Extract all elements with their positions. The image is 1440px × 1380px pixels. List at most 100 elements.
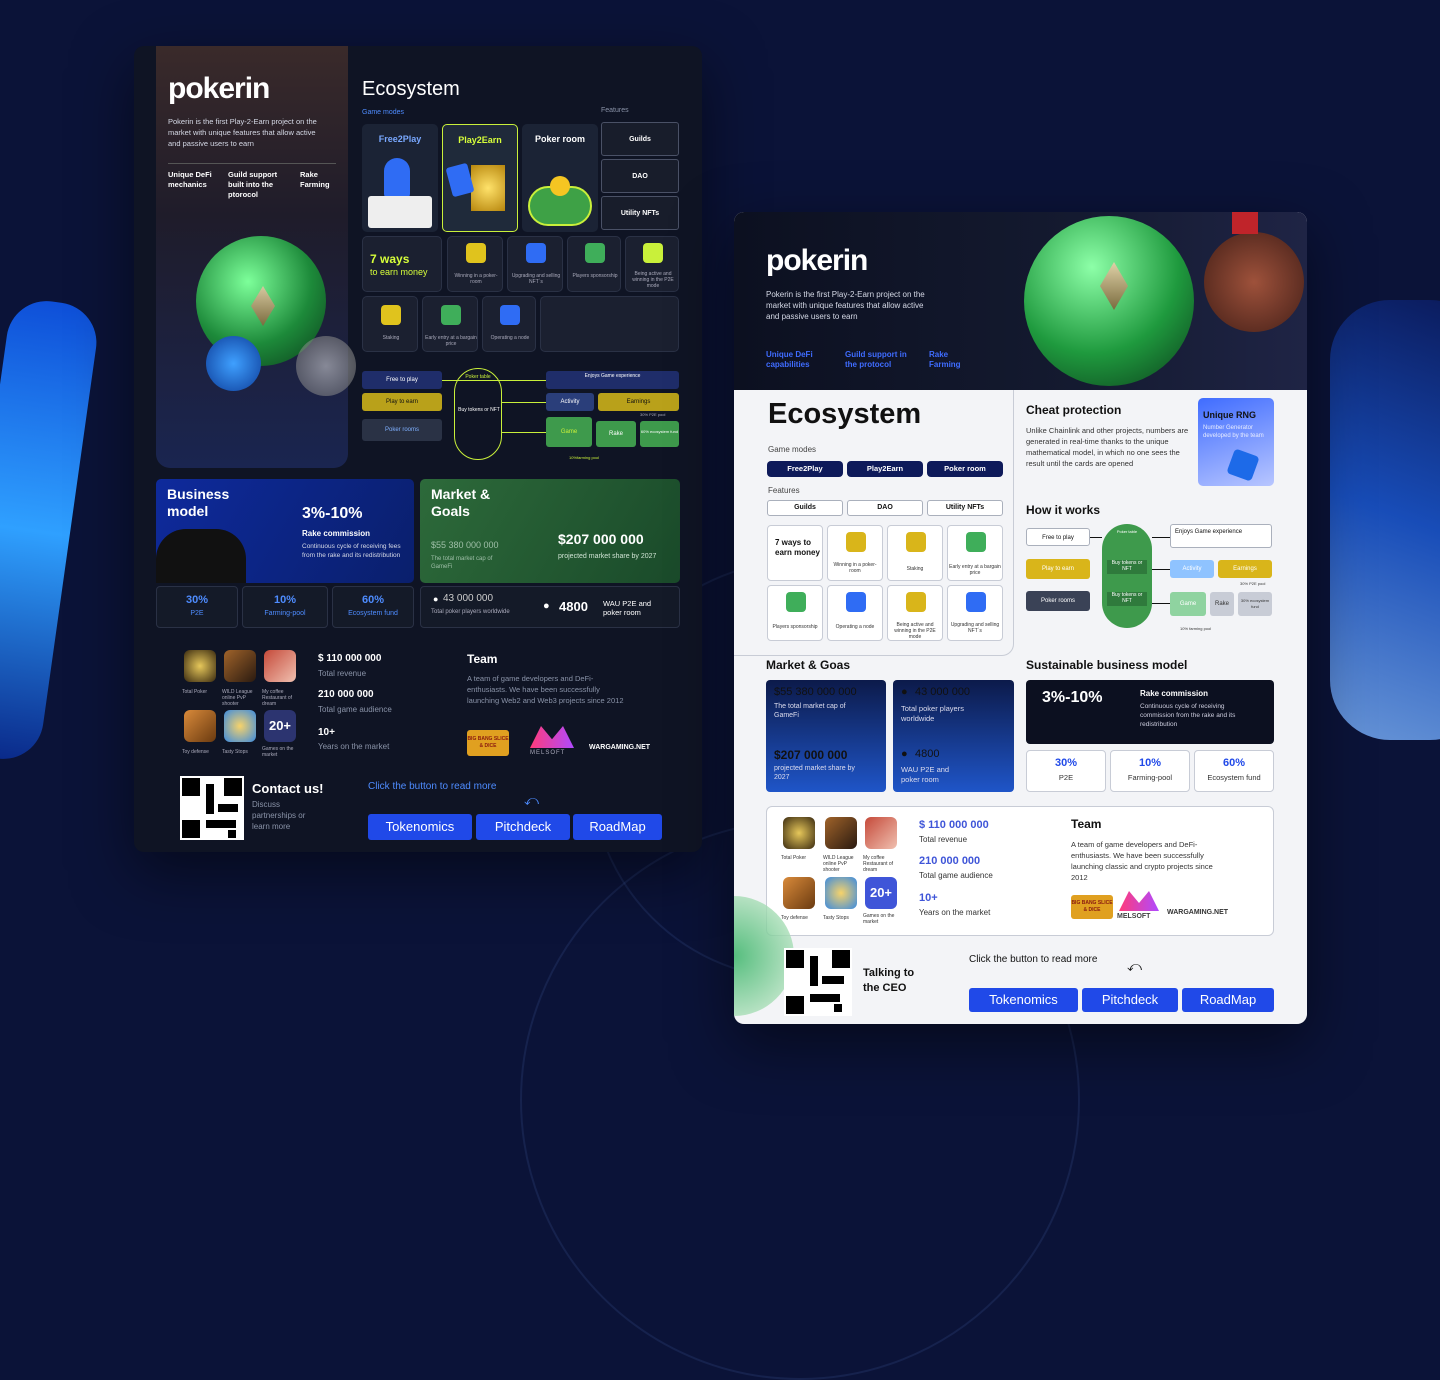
rng-card: Unique RNG Number Generator developed by…: [1198, 398, 1274, 486]
way-label: Upgrading and selling NFT`s: [950, 622, 1000, 634]
chip-illustration: [206, 336, 261, 391]
flow-label: Buy tokens or NFT: [458, 407, 500, 413]
background-shape-right: [1330, 300, 1440, 740]
app-toy-defense-icon: [783, 877, 815, 909]
biz-card: 3%-10% Rake commission Continuous cycle …: [1026, 680, 1274, 744]
app-wild-league-icon: [224, 650, 256, 682]
mode-play2earn[interactable]: Play2Earn: [442, 124, 518, 232]
feature-utility-nfts[interactable]: Utility NFTs: [927, 500, 1003, 516]
ecosystem-title: Ecosystem: [362, 78, 460, 100]
cap-rake: Rake Farming: [300, 170, 330, 189]
app-tasty-stops-icon: [224, 710, 256, 742]
feature-dao[interactable]: DAO: [847, 500, 923, 516]
qr-code[interactable]: [180, 776, 244, 840]
node-icon: [500, 305, 520, 325]
app-label: WILD League online PvP shooter: [222, 689, 253, 707]
orange-coin-illustration: [1204, 232, 1304, 332]
roadmap-button[interactable]: RoadMap: [1182, 988, 1274, 1012]
ways-heading: 7 ways to earn money: [767, 525, 823, 581]
split-card: 10% Farming-pool: [242, 586, 328, 628]
feature-dao[interactable]: DAO: [601, 159, 679, 193]
mode-label: Poker room: [534, 134, 585, 144]
partner-bigbang-logo: BIG BANG SLICE & DICE: [467, 730, 509, 756]
roadmap-button[interactable]: RoadMap: [573, 814, 662, 840]
arrow-down-icon: ⤺: [524, 792, 539, 808]
wau-value: 4800: [559, 599, 588, 614]
features-label: Features: [768, 486, 800, 495]
mode-free2play[interactable]: Free2Play: [767, 461, 843, 477]
flow-rake: Rake: [1210, 592, 1234, 616]
business-rake: Rake commission: [302, 529, 371, 538]
feature-utility-nfts[interactable]: Utility NFTs: [601, 196, 679, 230]
partner-wargaming-logo: WARGAMING.NET: [1167, 909, 1229, 916]
split-label: Ecosystem fund: [1207, 773, 1261, 782]
revenue-value: $ 110 000 000: [318, 653, 382, 664]
mode-free2play[interactable]: Free2Play: [362, 124, 438, 232]
pitchdeck-button[interactable]: Pitchdeck: [476, 814, 570, 840]
hero-card: pokerin Pokerin is the first Play-2-Earn…: [156, 46, 356, 468]
ways-title: 7 ways to earn money: [775, 538, 820, 557]
node-icon: [846, 592, 866, 612]
ways-subtitle: to earn money: [370, 267, 428, 277]
qr-code[interactable]: [784, 948, 852, 1016]
way-label: Players sponsorship: [772, 624, 818, 630]
way-label: Operating a node: [835, 624, 875, 630]
app-label: Total Poker: [182, 689, 208, 695]
game-modes-label: Game modes: [768, 445, 817, 454]
intro-text: Pokerin is the first Play-2-Earn project…: [766, 290, 925, 321]
flow-play-to-earn: Play to earn: [362, 393, 442, 411]
split-label: Ecosystem fund: [348, 610, 398, 617]
players-label: Total poker players worldwide: [431, 609, 510, 615]
ways-heading: 7 ways to earn money: [362, 236, 442, 292]
players-icon: [786, 592, 806, 612]
empty-tile: [540, 296, 679, 352]
flow-line: [1152, 537, 1170, 538]
melsoft-logo-icon: [530, 726, 574, 748]
app-label: Games on the market: [262, 746, 294, 758]
mode-label: Play2Earn: [458, 135, 502, 145]
pitchdeck-button[interactable]: Pitchdeck: [1082, 988, 1178, 1012]
red-shape: [1232, 212, 1258, 234]
flow-play-to-earn: Play to earn: [1026, 559, 1090, 579]
mode-poker-room[interactable]: Poker room: [522, 124, 598, 232]
cap-defi: Unique DeFi capabilities: [766, 350, 813, 369]
way-label: Staking: [382, 335, 400, 341]
light-poster: pokerin Pokerin is the first Play-2-Earn…: [734, 212, 1307, 1024]
revenue-value: $ 110 000 000: [919, 819, 989, 831]
market-title: Market & Goas: [766, 658, 851, 672]
user-icon-wau: ●: [901, 748, 908, 760]
wau-value: 4800: [915, 748, 940, 760]
mode-play2earn[interactable]: Play2Earn: [847, 461, 923, 477]
partner-wargaming-logo: WARGAMING.NET: [589, 744, 651, 751]
app-label: WILD League online PvP shooter: [823, 855, 854, 873]
revenue-label: Total revenue: [318, 669, 367, 678]
app-label: Tasty Stops: [222, 749, 248, 755]
players-icon: [585, 243, 605, 263]
way-tile: Upgrading and selling NFT`s: [507, 236, 563, 292]
split-label: P2E: [1058, 773, 1074, 782]
tokenomics-button[interactable]: Tokenomics: [969, 988, 1078, 1012]
nft-card-icon: [526, 243, 546, 263]
flow-label: Poker table: [1116, 529, 1138, 534]
way-tile: Being active and winning in the P2E mode: [887, 585, 943, 641]
read-more-text: Click the button to read more: [368, 781, 497, 792]
flow-activity: Activity: [546, 393, 594, 411]
cap-defi: Unique DeFi mechanics: [168, 170, 212, 189]
way-tile: Winning in a poker-room: [447, 236, 503, 292]
contact-title: Contact us!: [252, 781, 324, 796]
way-tile: Winning in a poker-room: [827, 525, 883, 581]
way-label: Upgrading and selling NFT`s: [511, 273, 561, 285]
team-section: Total Poker WILD League online PvP shoot…: [766, 806, 1274, 936]
user-icon-wau: ●: [543, 600, 550, 612]
app-label: Toy defense: [182, 749, 209, 755]
feature-guilds[interactable]: Guilds: [601, 122, 679, 156]
players-card: ● 43 000 000 Total poker players worldwi…: [420, 586, 680, 628]
years-label: Years on the market: [318, 742, 390, 751]
split-card: 60% Ecosystem fund: [332, 586, 414, 628]
tokenomics-button[interactable]: Tokenomics: [368, 814, 472, 840]
flow-poker-rooms: Poker rooms: [1026, 591, 1090, 611]
flow-farming-pool: 10% farming pool: [1180, 626, 1212, 631]
feature-guilds[interactable]: Guilds: [767, 500, 843, 516]
flow-line: [502, 432, 546, 433]
mode-poker-room[interactable]: Poker room: [927, 461, 1003, 477]
